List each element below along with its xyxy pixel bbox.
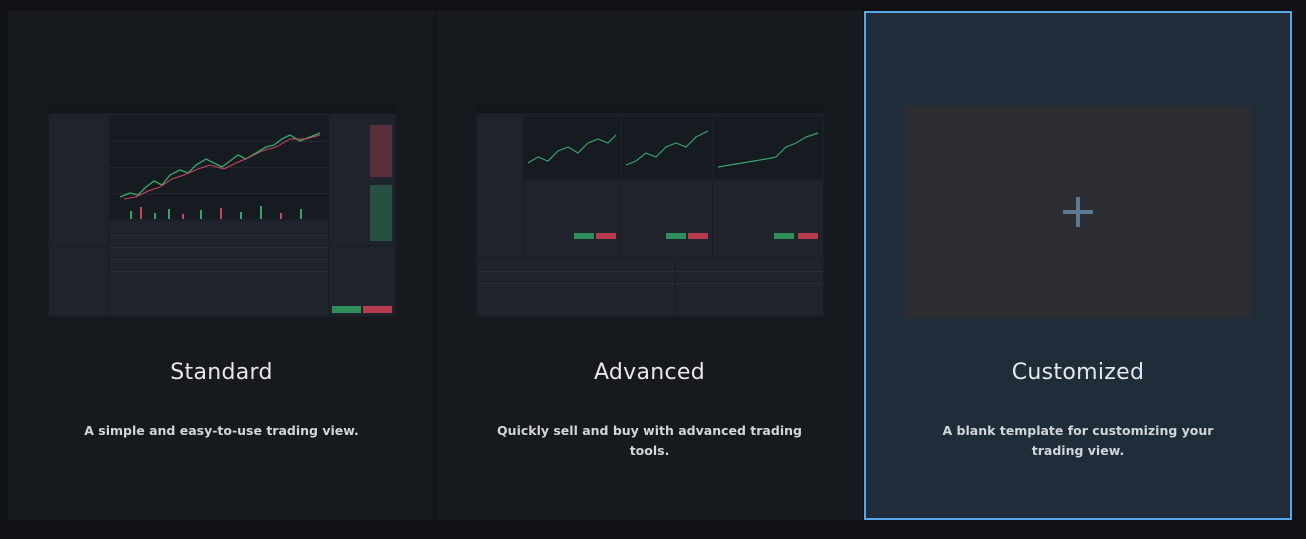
template-card-customized[interactable]: Customized A blank template for customiz… bbox=[864, 11, 1292, 520]
customized-description: A blank template for customizing your tr… bbox=[942, 423, 1214, 458]
customized-preview bbox=[904, 106, 1252, 318]
advanced-description: Quickly sell and buy with advanced tradi… bbox=[497, 423, 802, 458]
plus-icon bbox=[1063, 197, 1093, 227]
customized-title: Customized bbox=[1011, 360, 1145, 385]
advanced-preview-image bbox=[476, 105, 824, 317]
template-card-advanced[interactable]: Advanced Quickly sell and buy with advan… bbox=[436, 11, 863, 520]
template-card-standard[interactable]: Standard A simple and easy-to-use tradin… bbox=[8, 11, 435, 520]
standard-title: Standard bbox=[170, 360, 273, 385]
standard-preview-image bbox=[48, 105, 396, 317]
advanced-title: Advanced bbox=[593, 360, 706, 385]
standard-description: A simple and easy-to-use trading view. bbox=[84, 423, 359, 438]
